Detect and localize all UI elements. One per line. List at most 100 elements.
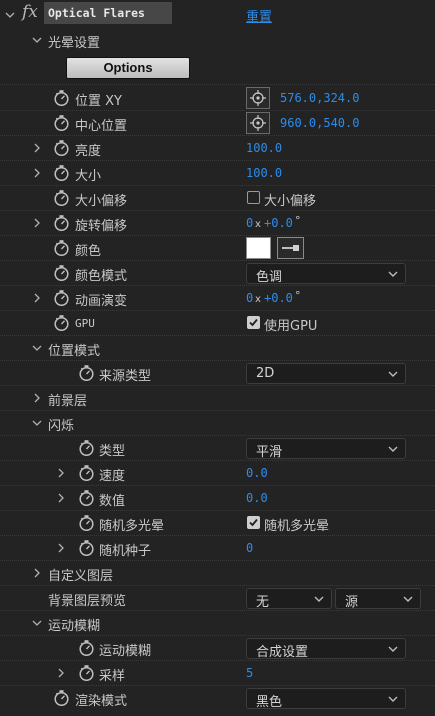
animation-evolution-label: 动画演变 [75,294,128,309]
size-value[interactable]: 100.0 [246,166,282,180]
flicker-amount-label: 数值 [99,494,126,509]
motion-blur-dropdown[interactable]: 合成设置 [246,638,406,660]
size-row: 大小 100.0 [0,161,435,186]
custom-layers-label: 自定义图层 [48,569,114,584]
stopwatch-icon[interactable] [53,689,70,707]
expand-chevron-icon[interactable] [31,291,43,305]
stopwatch-icon[interactable] [78,639,95,657]
samples-value[interactable]: 5 [246,666,253,680]
stopwatch-icon[interactable] [53,289,70,307]
flicker-type-label: 类型 [99,444,126,459]
stopwatch-icon[interactable] [53,264,70,282]
size-offset-label: 大小偏移 [75,194,128,209]
background-preview-label: 背景图层预览 [48,594,127,609]
motion-blur-group[interactable]: 运动模糊 [0,611,435,636]
foreground-layers-label: 前景层 [48,394,88,409]
render-mode-dropdown[interactable]: 黑色 [246,688,406,710]
chevron-down-icon [387,693,399,705]
rotation-revolutions[interactable]: 0 [246,216,253,230]
expand-chevron-icon[interactable] [31,141,43,155]
expand-chevron-icon[interactable] [31,166,43,180]
color-swatch[interactable] [246,237,271,259]
brightness-value[interactable]: 100.0 [246,141,282,155]
color-mode-selected: 色调 [256,270,283,285]
foreground-layers-group[interactable]: 前景层 [0,386,435,411]
expand-chevron-icon[interactable] [55,541,67,555]
expand-chevron-icon[interactable] [55,491,67,505]
fx-toggle-icon[interactable]: fx [22,2,38,22]
reset-link[interactable]: 重置 [246,6,272,25]
flicker-type-dropdown[interactable]: 平滑 [246,438,406,460]
flicker-amount-value[interactable]: 0.0 [246,491,268,505]
source-type-dropdown[interactable]: 2D [246,363,406,384]
degree-symbol: ° [295,214,301,227]
expand-chevron-icon[interactable] [31,341,43,355]
use-gpu-checkbox-label: 使用GPU [264,319,318,334]
stopwatch-icon[interactable] [53,214,70,232]
expand-chevron-icon[interactable] [55,466,67,480]
expand-chevron-icon[interactable] [31,33,43,47]
stopwatch-icon[interactable] [78,464,95,482]
stopwatch-icon[interactable] [53,314,70,332]
expand-chevron-icon[interactable] [31,566,43,580]
size-offset-checkbox-label: 大小偏移 [264,194,317,209]
stopwatch-icon[interactable] [78,514,95,532]
background-layer-dropdown[interactable]: 无 [246,588,332,610]
stopwatch-icon[interactable] [53,239,70,257]
center-position-value[interactable]: 960.0,540.0 [280,116,359,130]
flicker-label: 闪烁 [48,419,75,434]
source-type-label: 来源类型 [99,369,152,384]
rotation-degrees[interactable]: +0.0 [264,216,293,230]
chevron-down-icon [387,268,399,280]
stopwatch-icon[interactable] [53,164,70,182]
flicker-type-row: 类型 平滑 [0,436,435,461]
stopwatch-icon[interactable] [78,664,95,682]
stopwatch-icon[interactable] [78,439,95,457]
rotation-offset-row: 旋转偏移 0 x +0.0 ° [0,211,435,236]
chevron-down-icon [387,443,399,455]
stopwatch-icon[interactable] [78,539,95,557]
random-multi-glow-label: 随机多光晕 [99,519,165,534]
background-source-dropdown[interactable]: 源 [335,588,421,610]
random-multi-glow-checkbox-label: 随机多光晕 [264,519,330,534]
expand-chevron-icon[interactable] [31,416,43,430]
flare-settings-label: 光晕设置 [48,36,101,51]
motion-blur-label: 运动模糊 [99,644,152,659]
random-seed-value[interactable]: 0 [246,541,253,555]
eyedropper-icon[interactable] [277,237,304,259]
flare-settings-group[interactable]: 光晕设置 [0,28,435,53]
position-xy-value[interactable]: 576.0,324.0 [280,91,359,105]
color-mode-dropdown[interactable]: 色调 [246,263,406,285]
size-offset-checkbox[interactable] [247,191,260,204]
position-mode-group[interactable]: 位置模式 [0,336,435,361]
effect-name: Optical Flares [48,6,145,20]
brightness-row: 亮度 100.0 [0,136,435,161]
stopwatch-icon[interactable] [53,89,70,107]
stopwatch-icon[interactable] [53,139,70,157]
position-xy-label: 位置 XY [75,94,122,109]
expand-chevron-icon[interactable] [31,216,43,230]
expand-chevron-icon[interactable] [31,391,43,405]
evolution-revolutions[interactable]: 0 [246,291,253,305]
options-button[interactable]: Options [66,57,190,79]
flicker-speed-value[interactable]: 0.0 [246,466,268,480]
crosshair-target-icon[interactable] [246,87,270,109]
stopwatch-icon[interactable] [78,364,95,382]
use-gpu-checkbox[interactable] [247,316,260,329]
expand-chevron-icon[interactable] [31,616,43,630]
flicker-group[interactable]: 闪烁 [0,411,435,436]
random-multi-glow-checkbox[interactable] [247,516,260,529]
evolution-degrees[interactable]: +0.0 [264,291,293,305]
stopwatch-icon[interactable] [53,189,70,207]
stopwatch-icon[interactable] [78,489,95,507]
render-mode-selected: 黑色 [256,695,283,710]
collapse-chevron-icon[interactable] [4,8,16,22]
color-label: 颜色 [75,244,102,259]
custom-layers-group[interactable]: 自定义图层 [0,561,435,586]
center-position-label: 中心位置 [75,119,128,134]
effect-name-bar[interactable]: Optical Flares [44,2,172,24]
crosshair-target-icon[interactable] [246,112,270,134]
expand-chevron-icon[interactable] [55,666,67,680]
stopwatch-icon[interactable] [53,114,70,132]
rotation-offset-label: 旋转偏移 [75,219,128,234]
